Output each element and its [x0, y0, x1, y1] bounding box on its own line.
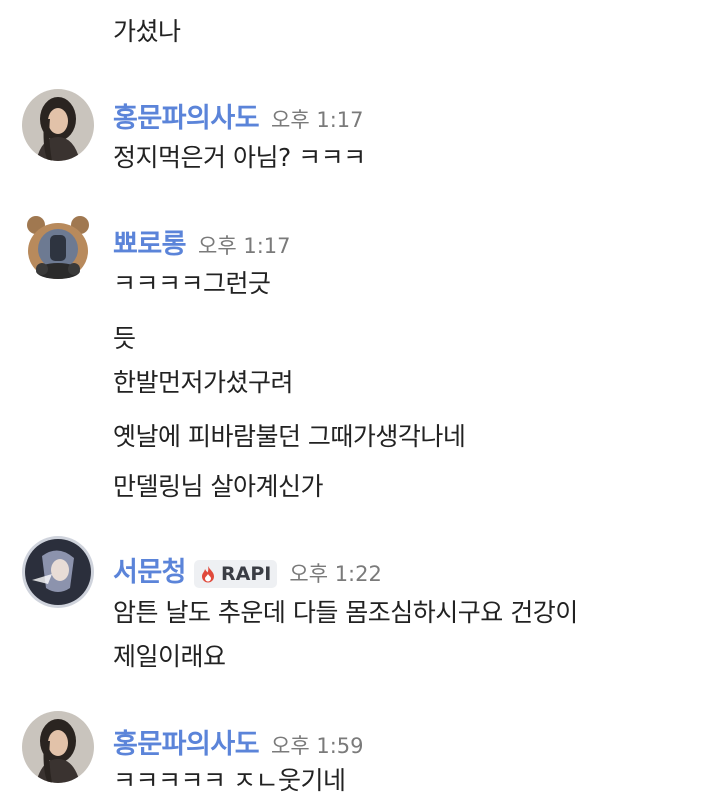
message-header: 홍문파의사도 오후 1:17: [113, 96, 364, 135]
woman-portrait-icon: [22, 711, 94, 783]
avatar[interactable]: [22, 536, 94, 608]
role-badge[interactable]: RAPI: [194, 560, 278, 588]
message-text: 정지먹은거 아님? ㅋㅋㅋ: [113, 143, 366, 172]
author-name[interactable]: 홍문파의사도: [113, 96, 260, 135]
message-text: 암튼 날도 추운데 다들 몸조심하시구요 건강이: [113, 598, 578, 627]
message-text: ㅋㅋㅋㅋㅋ ㅈㄴ웃기네: [113, 766, 346, 795]
message-text: ㅋㅋㅋㅋ그런긋: [113, 269, 271, 298]
message-header: 뾰로롱 오후 1:17: [113, 222, 291, 261]
avatar[interactable]: [22, 89, 94, 161]
author-name[interactable]: 뾰로롱: [113, 222, 187, 261]
timestamp: 오후 1:22: [289, 562, 382, 586]
message-header: 홍문파의사도 오후 1:59: [113, 722, 364, 761]
author-name[interactable]: 서문청: [113, 550, 187, 589]
bear-plush-icon: [27, 216, 89, 279]
message-text: 제일이래요: [113, 642, 226, 671]
timestamp: 오후 1:17: [271, 108, 364, 132]
anime-character-icon: [22, 536, 94, 608]
avatar[interactable]: [22, 211, 94, 283]
message-text: 만델링님 살아계신가: [113, 472, 323, 501]
author-name[interactable]: 홍문파의사도: [113, 722, 260, 761]
woman-portrait-icon: [22, 89, 94, 161]
timestamp: 오후 1:59: [271, 734, 364, 758]
flame-icon: [202, 566, 215, 583]
message-header: 서문청 RAPI 오후 1:22: [113, 550, 382, 589]
message-text: 가셨나: [113, 17, 181, 46]
message-text: 듯: [113, 324, 136, 353]
avatar[interactable]: [22, 711, 94, 783]
message-text: 한발먼저가셨구려: [113, 368, 294, 397]
timestamp: 오후 1:17: [198, 234, 291, 258]
badge-label: RAPI: [221, 563, 272, 585]
message-text: 옛날에 피바람불던 그때가생각나네: [113, 422, 466, 451]
